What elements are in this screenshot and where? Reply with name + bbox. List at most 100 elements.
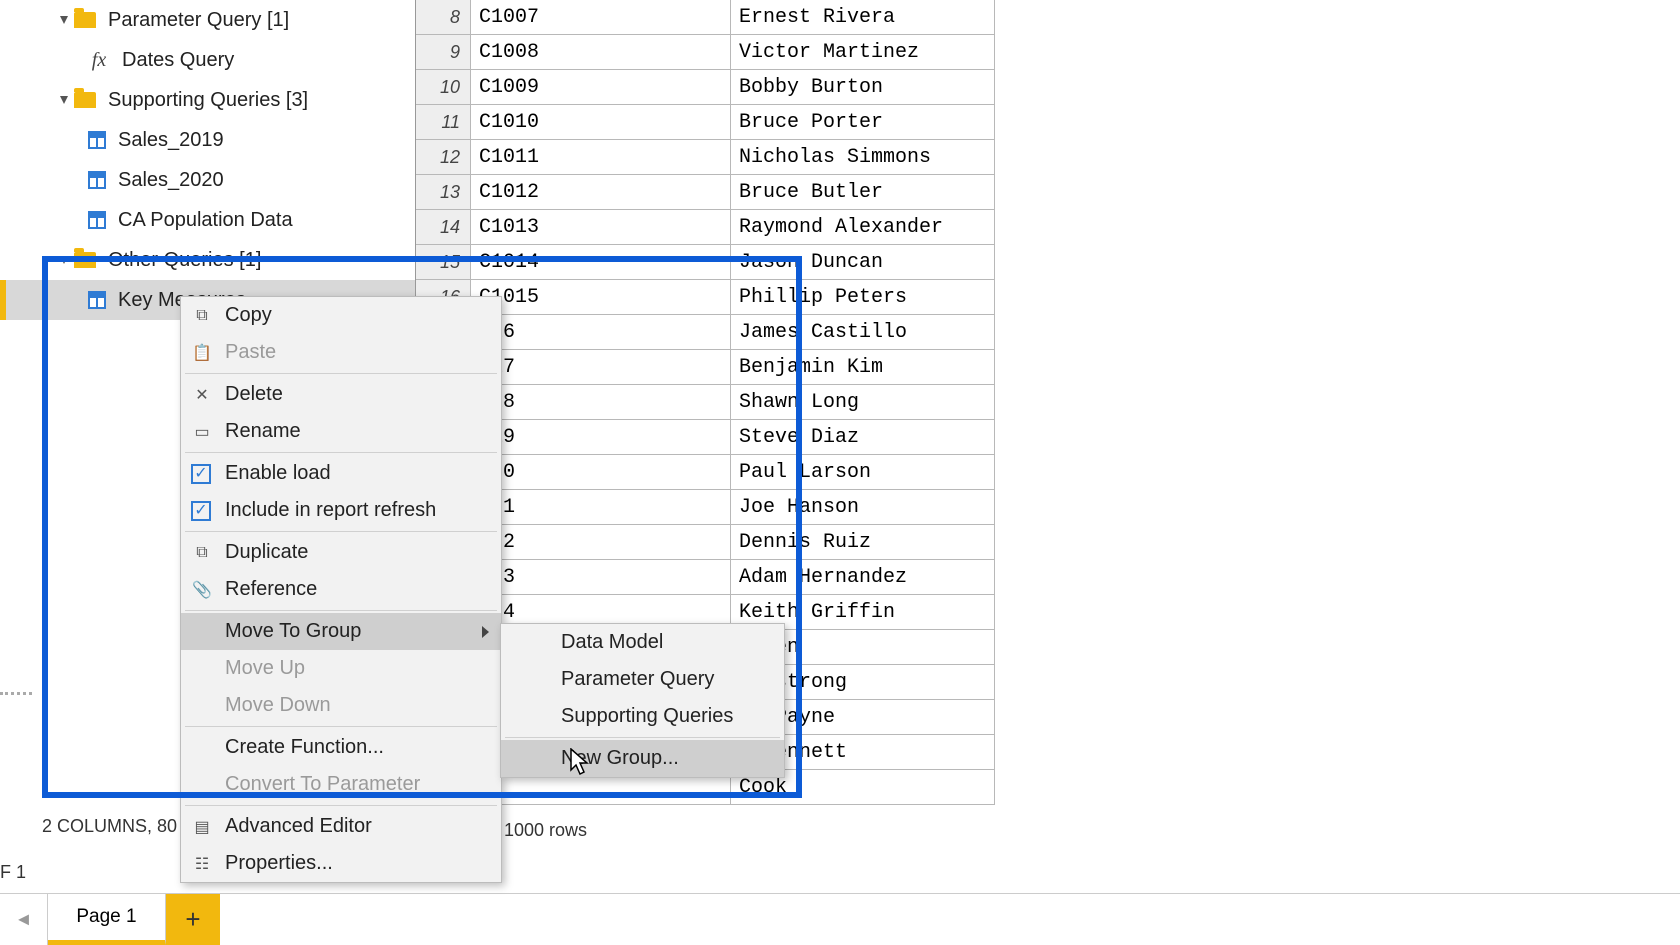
page-tab-1[interactable]: Page 1	[48, 894, 166, 945]
folder-parameter-query[interactable]: Parameter Query [1]	[0, 0, 415, 40]
table-row[interactable]: 023Adam Hernandez	[416, 560, 995, 595]
cell-id[interactable]: C1011	[471, 140, 731, 174]
tab-prev-button[interactable]: ◄	[0, 894, 48, 945]
cell-id[interactable]: C1007	[471, 0, 731, 34]
table-row[interactable]: 021Joe Hanson	[416, 490, 995, 525]
query-label: Sales_2020	[118, 169, 224, 192]
cell-id[interactable]: C1012	[471, 175, 731, 209]
folder-supporting-queries[interactable]: Supporting Queries [3]	[0, 80, 415, 120]
query-dates[interactable]: fx Dates Query	[0, 40, 415, 80]
table-row[interactable]: 11C1010Bruce Porter	[416, 105, 995, 140]
query-sales-2019[interactable]: Sales_2019	[0, 120, 415, 160]
cell-id[interactable]: 020	[471, 455, 731, 489]
menu-paste: 📋 Paste	[181, 334, 501, 371]
cell-name[interactable]: Nicholas Simmons	[731, 140, 995, 174]
table-row[interactable]: 13C1012Bruce Butler	[416, 175, 995, 210]
cell-name[interactable]: Bruce Butler	[731, 175, 995, 209]
cell-id[interactable]: 021	[471, 490, 731, 524]
cell-name[interactable]: Dennis Ruiz	[731, 525, 995, 559]
reference-icon: 📎	[191, 579, 213, 601]
table-row[interactable]: 019Steve Diaz	[416, 420, 995, 455]
collapse-icon[interactable]	[60, 96, 68, 104]
cell-id[interactable]: 018	[471, 385, 731, 419]
cell-id[interactable]: C1008	[471, 35, 731, 69]
cell-name[interactable]: Phillip Peters	[731, 280, 995, 314]
menu-separator	[185, 726, 497, 727]
menu-separator	[505, 737, 780, 738]
cell-name[interactable]: Steve Diaz	[731, 420, 995, 454]
table-row[interactable]: 15C1014Jason Duncan	[416, 245, 995, 280]
delete-icon: ✕	[191, 384, 213, 406]
menu-enable-load[interactable]: ✓ Enable load	[181, 455, 501, 492]
table-row[interactable]: 10C1009Bobby Burton	[416, 70, 995, 105]
menu-move-to-group[interactable]: Move To Group	[181, 613, 501, 650]
table-row[interactable]: 018Shawn Long	[416, 385, 995, 420]
menu-separator	[185, 452, 497, 453]
collapse-icon[interactable]	[60, 16, 68, 24]
table-row[interactable]: 017Benjamin Kim	[416, 350, 995, 385]
row-number: 15	[416, 245, 471, 279]
collapse-icon[interactable]	[60, 256, 68, 264]
menu-delete[interactable]: ✕ Delete	[181, 376, 501, 413]
table-row[interactable]: 022Dennis Ruiz	[416, 525, 995, 560]
cell-name[interactable]: Shawn Long	[731, 385, 995, 419]
table-row[interactable]: 016James Castillo	[416, 315, 995, 350]
table-row[interactable]: 8C1007Ernest Rivera	[416, 0, 995, 35]
folder-icon	[74, 92, 96, 108]
folder-other-queries[interactable]: Other Queries [1]	[0, 240, 415, 280]
menu-duplicate[interactable]: ⧉ Duplicate	[181, 534, 501, 571]
cell-name[interactable]: Bruce Porter	[731, 105, 995, 139]
menu-rename[interactable]: ▭ Rename	[181, 413, 501, 450]
row-number: 9	[416, 35, 471, 69]
cell-id[interactable]: 022	[471, 525, 731, 559]
row-number: 14	[416, 210, 471, 244]
cell-name[interactable]: Paul Larson	[731, 455, 995, 489]
cell-id[interactable]: 023	[471, 560, 731, 594]
menu-create-function[interactable]: Create Function...	[181, 729, 501, 766]
query-label: CA Population Data	[118, 209, 293, 232]
cell-name[interactable]: Victor Martinez	[731, 35, 995, 69]
cell-name[interactable]: Benjamin Kim	[731, 350, 995, 384]
folder-label: Parameter Query [1]	[108, 9, 289, 32]
table-row[interactable]: 020Paul Larson	[416, 455, 995, 490]
table-row[interactable]: 9C1008Victor Martinez	[416, 35, 995, 70]
menu-move-up: Move Up	[181, 650, 501, 687]
cell-id[interactable]: 017	[471, 350, 731, 384]
table-icon	[88, 131, 106, 149]
cell-id[interactable]: C1009	[471, 70, 731, 104]
menu-advanced-editor[interactable]: ▤ Advanced Editor	[181, 808, 501, 845]
row-number: 12	[416, 140, 471, 174]
query-sales-2020[interactable]: Sales_2020	[0, 160, 415, 200]
splitter-dots[interactable]	[0, 692, 32, 695]
cell-id[interactable]: 016	[471, 315, 731, 349]
cell-id[interactable]: C1015	[471, 280, 731, 314]
table-row[interactable]: 16C1015Phillip Peters	[416, 280, 995, 315]
table-row[interactable]: 14C1013Raymond Alexander	[416, 210, 995, 245]
submenu-data-model[interactable]: Data Model	[501, 624, 784, 661]
submenu-supporting-queries[interactable]: Supporting Queries	[501, 698, 784, 735]
query-ca-population[interactable]: CA Population Data	[0, 200, 415, 240]
menu-properties[interactable]: ☷ Properties...	[181, 845, 501, 882]
row-number: 11	[416, 105, 471, 139]
cell-name[interactable]: Ernest Rivera	[731, 0, 995, 34]
cell-name[interactable]: Adam Hernandez	[731, 560, 995, 594]
cell-name[interactable]: Jason Duncan	[731, 245, 995, 279]
cell-id[interactable]: C1013	[471, 210, 731, 244]
cell-id[interactable]: C1010	[471, 105, 731, 139]
cell-name[interactable]: Joe Hanson	[731, 490, 995, 524]
submenu-new-group[interactable]: New Group...	[501, 740, 784, 777]
menu-separator	[185, 610, 497, 611]
table-icon	[88, 291, 106, 309]
add-page-button[interactable]: +	[166, 894, 220, 945]
cell-name[interactable]: Raymond Alexander	[731, 210, 995, 244]
cell-id[interactable]: C1014	[471, 245, 731, 279]
cell-id[interactable]: 019	[471, 420, 731, 454]
submenu-parameter-query[interactable]: Parameter Query	[501, 661, 784, 698]
menu-include-refresh[interactable]: ✓ Include in report refresh	[181, 492, 501, 529]
table-row[interactable]: 12C1011Nicholas Simmons	[416, 140, 995, 175]
menu-reference[interactable]: 📎 Reference	[181, 571, 501, 608]
cell-name[interactable]: James Castillo	[731, 315, 995, 349]
cell-name[interactable]: Bobby Burton	[731, 70, 995, 104]
status-bar-left: 2 COLUMNS, 80	[0, 811, 177, 841]
menu-copy[interactable]: ⧉ Copy	[181, 297, 501, 334]
